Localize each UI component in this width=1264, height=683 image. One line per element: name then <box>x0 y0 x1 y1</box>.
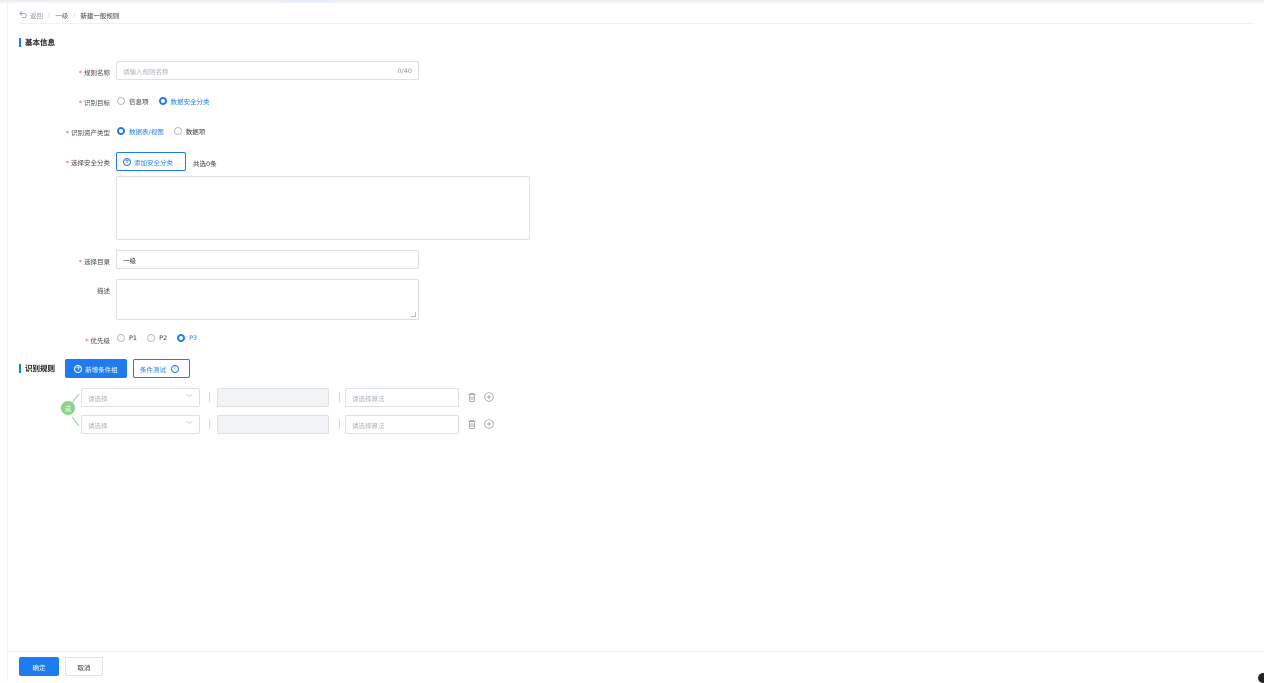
back-label: 返回 <box>30 12 43 20</box>
add-condition-group-button[interactable]: + 新增条件组 <box>65 359 127 378</box>
radio-data-security-class[interactable]: 数据安全分类 <box>158 96 210 106</box>
condition-select-placeholder: 请选择 <box>88 421 108 430</box>
description-textarea[interactable] <box>116 279 419 320</box>
radio-circle <box>117 97 125 105</box>
target-label: * 识别目标 <box>78 99 110 107</box>
chevron-down-icon: ﹀ <box>186 420 193 429</box>
top-strip-highlight <box>285 0 335 2</box>
or-badge[interactable]: 或 <box>61 401 75 415</box>
selected-count: 共选0条 <box>193 160 217 168</box>
radio-p1[interactable]: P1 <box>117 334 137 342</box>
basic-info-title-text: 基本信息 <box>25 38 55 47</box>
section-marker <box>19 364 21 373</box>
radio-p3[interactable]: P3 <box>177 334 197 342</box>
security-class-list[interactable] <box>116 176 530 240</box>
cancel-button[interactable]: 取消 <box>65 657 103 676</box>
security-class-label: * 选择安全分类 <box>65 159 110 167</box>
radio-circle-checked <box>177 334 186 342</box>
condition-select[interactable]: 请选择 ﹀ <box>81 415 200 434</box>
condition-value-input <box>217 388 329 407</box>
trash-icon[interactable] <box>467 392 477 402</box>
condition-select-placeholder: 请选择 <box>88 394 108 403</box>
priority-label: * 优先级 <box>85 337 110 345</box>
rule-name-label: * 规则名称 <box>78 69 110 77</box>
rules-title-text: 识别规则 <box>25 364 55 373</box>
breadcrumb: 返回 | 一级 / 新建一般规则 <box>19 8 119 22</box>
breadcrumb-current: 新建一般规则 <box>80 12 120 20</box>
rule-name-input[interactable]: 请输入规则名称 0/40 <box>116 61 419 80</box>
rule-name-placeholder: 请输入规则名称 <box>123 67 169 76</box>
plus-circle-icon: + <box>74 364 83 373</box>
back-arrow-icon <box>19 10 27 20</box>
section-marker <box>19 38 21 47</box>
radio-circle <box>173 127 182 135</box>
radio-circle-checked <box>158 97 167 105</box>
radio-data-item[interactable]: 数据项 <box>173 126 205 136</box>
radio-circle <box>117 334 125 342</box>
add-circle-icon[interactable] <box>484 392 494 402</box>
header-divider <box>19 23 1254 24</box>
add-circle-icon[interactable] <box>484 419 494 429</box>
radio-table-view[interactable]: 数据表/视图 <box>117 126 164 136</box>
algorithm-placeholder: 请选择算法 <box>352 394 385 403</box>
directory-value: 一级 <box>123 256 136 265</box>
radio-info-item[interactable]: 信息项 <box>117 96 149 106</box>
radio-p2[interactable]: P2 <box>147 334 167 342</box>
chevron-down-icon: ﹀ <box>186 393 193 402</box>
breadcrumb-slash: / <box>73 11 76 19</box>
radio-circle-checked <box>117 127 125 135</box>
page-container: 返回 | 一级 / 新建一般规则 基本信息 * 规则名称 请输入规则名称 0/40… <box>7 3 1264 681</box>
breadcrumb-divider: | <box>48 11 51 19</box>
rule-name-counter: 0/40 <box>397 66 412 75</box>
add-security-class-button[interactable]: + 添加安全分类 <box>116 152 186 171</box>
confirm-button[interactable]: 确定 <box>19 657 59 676</box>
breadcrumb-parent[interactable]: 一级 <box>55 10 68 20</box>
footer-divider <box>8 651 1264 652</box>
target-radio-group: 信息项 数据安全分类 <box>117 96 210 106</box>
algorithm-input[interactable]: 请选择算法 <box>345 415 459 434</box>
basic-info-title: 基本信息 <box>19 37 55 48</box>
priority-radio-group: P1 P2 P3 <box>117 334 197 342</box>
corner-widget[interactable] <box>1258 673 1264 683</box>
directory-input[interactable]: 一级 <box>116 250 419 269</box>
asset-type-label: * 识别资产类型 <box>65 129 110 137</box>
back-link[interactable]: 返回 <box>19 10 43 20</box>
divider <box>339 392 340 402</box>
algorithm-placeholder: 请选择算法 <box>352 421 385 430</box>
asset-type-radio-group: 数据表/视图 数据项 <box>117 126 205 136</box>
rules-title: 识别规则 <box>19 363 55 374</box>
trash-icon[interactable] <box>467 419 477 429</box>
directory-label: * 选择目录 <box>78 258 110 266</box>
condition-value-input <box>217 415 329 434</box>
divider <box>209 419 210 429</box>
condition-test-button[interactable]: 条件测试 i <box>133 359 190 378</box>
radio-circle <box>147 334 156 342</box>
resize-handle-icon[interactable] <box>411 312 416 317</box>
plus-circle-icon: + <box>123 157 131 166</box>
algorithm-input[interactable]: 请选择算法 <box>345 388 459 407</box>
description-label: 描述 <box>97 287 110 295</box>
condition-select[interactable]: 请选择 ﹀ <box>81 388 200 407</box>
divider <box>339 419 340 429</box>
divider <box>209 392 210 402</box>
info-icon: i <box>171 364 179 373</box>
